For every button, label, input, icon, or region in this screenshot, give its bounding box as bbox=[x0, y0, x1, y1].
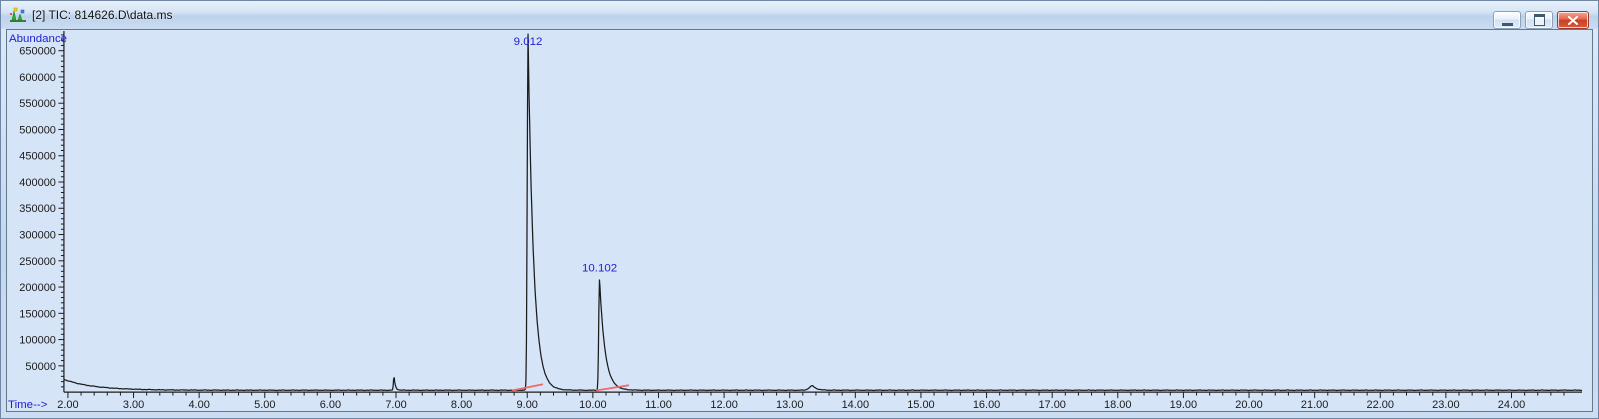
y-tick-label: 100000 bbox=[19, 335, 56, 347]
tic-signal-path bbox=[63, 33, 1583, 392]
x-tick-label: 9.00 bbox=[517, 399, 538, 411]
close-icon bbox=[1568, 15, 1578, 25]
x-tick-label: 6.00 bbox=[320, 399, 341, 411]
x-tick-label: 17.00 bbox=[1038, 399, 1065, 411]
peak-label: 10.102 bbox=[582, 262, 617, 274]
minimize-button[interactable] bbox=[1493, 11, 1521, 29]
integration-baseline bbox=[595, 384, 630, 392]
x-tick-label: 20.00 bbox=[1235, 399, 1262, 411]
x-tick-label: 23.00 bbox=[1432, 399, 1459, 411]
y-tick-label: 500000 bbox=[19, 124, 56, 136]
x-tick-label: 18.00 bbox=[1104, 399, 1131, 411]
x-tick-label: 3.00 bbox=[123, 399, 144, 411]
chromatogram-window: [2] TIC: 814626.D\data.ms 50000 100000 150… bbox=[0, 0, 1599, 419]
y-tick-label: 400000 bbox=[19, 177, 56, 189]
minimize-icon bbox=[1501, 22, 1513, 26]
chromatogram-app-icon bbox=[10, 7, 26, 23]
window-title: [2] TIC: 814626.D\data.ms bbox=[32, 8, 173, 22]
time-axis-title: Time--> bbox=[8, 399, 48, 411]
y-tick-label: 600000 bbox=[19, 72, 56, 84]
peak-label: 9.012 bbox=[514, 36, 543, 48]
x-tick-label: 7.00 bbox=[385, 399, 406, 411]
integration-baseline bbox=[511, 383, 544, 392]
y-tick-label: 250000 bbox=[19, 256, 56, 268]
y-tick-label: 650000 bbox=[19, 46, 56, 58]
y-tick-label: 200000 bbox=[19, 282, 56, 294]
y-tick-label: 300000 bbox=[19, 230, 56, 242]
y-tick-label: 450000 bbox=[19, 151, 56, 163]
restore-button[interactable] bbox=[1525, 11, 1553, 29]
y-tick-label: 150000 bbox=[19, 308, 56, 320]
x-tick-label: 24.00 bbox=[1498, 399, 1525, 411]
x-tick-label: 5.00 bbox=[254, 399, 275, 411]
y-tick-label: 550000 bbox=[19, 98, 56, 110]
restore-icon bbox=[1533, 14, 1545, 26]
window-controls bbox=[1493, 11, 1589, 29]
abundance-axis-title: Abundance bbox=[9, 33, 67, 45]
x-tick-label: 12.00 bbox=[710, 399, 737, 411]
x-tick-label: 21.00 bbox=[1301, 399, 1328, 411]
x-tick-label: 16.00 bbox=[973, 399, 1000, 411]
y-tick-label: 350000 bbox=[19, 203, 56, 215]
x-tick-label: 4.00 bbox=[188, 399, 209, 411]
x-tick-label: 14.00 bbox=[842, 399, 869, 411]
x-tick-label: 13.00 bbox=[776, 399, 803, 411]
x-tick-label: 8.00 bbox=[451, 399, 472, 411]
x-tick-label: 11.00 bbox=[645, 399, 672, 411]
x-tick-label: 15.00 bbox=[907, 399, 934, 411]
x-tick-label: 22.00 bbox=[1367, 399, 1394, 411]
y-tick-label: 50000 bbox=[25, 361, 56, 373]
x-tick-label: 2.00 bbox=[57, 399, 78, 411]
window-titlebar[interactable]: [2] TIC: 814626.D\data.ms bbox=[1, 1, 1598, 29]
tic-plot-area[interactable]: 50000 100000 150000 200000 250000 300000 35000… bbox=[6, 29, 1593, 412]
tic-chart: 50000 100000 150000 200000 250000 300000 35000… bbox=[8, 30, 1583, 411]
x-tick-label: 19.00 bbox=[1170, 399, 1197, 411]
close-button[interactable] bbox=[1557, 11, 1589, 29]
x-tick-label: 10.00 bbox=[579, 399, 606, 411]
